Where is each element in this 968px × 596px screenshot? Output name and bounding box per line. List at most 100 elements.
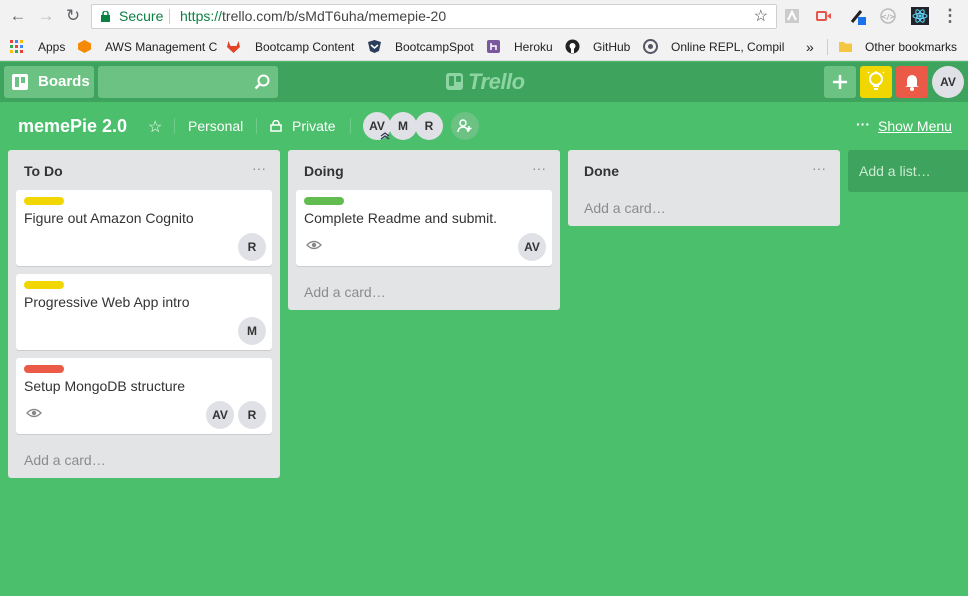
heroku-icon [487,40,500,53]
add-card-link[interactable]: Add a card… [584,200,666,216]
trello-logo-text: Trello [468,69,525,94]
list-done: Done ··· Add a card… [568,150,840,226]
trello-header: Boards Trello AV [0,62,968,102]
url-scheme: https:// [180,8,223,24]
url-path: trello.com/b/sMdT6uha/memepie-20 [222,8,447,24]
board-member-avatar[interactable]: R [415,112,443,140]
card[interactable]: Setup MongoDB structure AV R [16,358,272,434]
team-button[interactable]: Personal [188,118,243,134]
bookmark-online-repl[interactable]: Online REPL, Compil [671,38,784,56]
bell-icon [905,75,919,91]
card-member-avatar[interactable]: R [238,401,266,429]
boards-label: Boards [38,73,90,90]
bookmark-heroku[interactable]: Heroku [514,38,553,56]
bookmark-github[interactable]: GitHub [593,38,630,56]
bookmark-bootcamp-content[interactable]: Bootcamp Content [255,38,354,56]
pdf-extension-icon[interactable] [783,7,801,25]
color-picker-extension-icon[interactable] [849,7,867,25]
bookmark-star-icon[interactable]: ☆ [754,5,768,28]
bookmarks-overflow-icon[interactable]: » [806,38,814,56]
card-title: Complete Readme and submit. [304,210,497,226]
boards-icon [12,74,28,90]
card-label [24,365,64,373]
board-header-divider [256,118,257,134]
trello-logo-icon [446,73,463,90]
folder-icon [839,42,852,52]
card-member-avatar[interactable]: M [238,317,266,345]
watching-eye-icon [26,408,42,418]
board-header-divider [174,118,175,134]
tips-button[interactable] [860,66,892,98]
list-title[interactable]: Done [584,163,619,179]
card-label [24,197,64,205]
bookmark-bootcampspot[interactable]: BootcampSpot [395,38,474,56]
github-icon [565,39,580,54]
card-member-avatar[interactable]: AV [206,401,234,429]
create-button[interactable] [824,66,856,98]
card-label [24,281,64,289]
add-list-button[interactable]: Add a list… [848,150,968,192]
card-member-avatar[interactable]: AV [518,233,546,261]
add-user-icon [457,119,472,133]
lock-icon [270,120,282,132]
admin-chevron-icon [380,132,390,140]
add-list-label: Add a list… [859,163,931,179]
star-board-icon[interactable]: ☆ [148,117,162,137]
list-title[interactable]: Doing [304,163,344,179]
address-bar[interactable]: Secure https://trello.com/b/sMdT6uha/mem… [91,4,777,29]
apps-grid-icon [10,40,23,53]
list-menu-icon[interactable]: ··· [532,160,546,176]
menu-dots-icon[interactable]: ··· [856,116,870,132]
cast-extension-icon[interactable] [815,7,833,25]
add-member-button[interactable] [451,112,479,140]
card[interactable]: Figure out Amazon Cognito R [16,190,272,266]
reload-icon[interactable]: ↻ [63,6,83,26]
add-card-link[interactable]: Add a card… [304,284,386,300]
watching-eye-icon [306,240,322,250]
list-menu-icon[interactable]: ··· [812,160,826,176]
notifications-button[interactable] [896,66,928,98]
card[interactable]: Complete Readme and submit. AV [296,190,552,266]
back-icon[interactable]: ← [8,6,28,26]
search-input[interactable] [98,66,278,98]
code-extension-icon[interactable]: </> [879,7,897,25]
lightbulb-icon [867,71,885,90]
url-text: https://trello.com/b/sMdT6uha/memepie-20 [180,5,446,28]
bookmarks-divider [827,39,828,55]
add-card-link[interactable]: Add a card… [24,452,106,468]
plus-icon [833,75,847,89]
card[interactable]: Progressive Web App intro M [16,274,272,350]
repl-icon [643,39,658,54]
board-header-divider [350,118,351,134]
user-avatar[interactable]: AV [932,66,964,98]
gitlab-icon [227,41,240,53]
card-title: Progressive Web App intro [24,294,190,310]
visibility-label: Private [292,118,336,134]
forward-icon[interactable]: → [36,6,56,26]
browser-menu-icon[interactable]: ⋮ [940,6,960,26]
react-devtools-icon[interactable] [911,7,929,25]
bookmarks-bar: Apps AWS Management C Bootcamp Content B… [0,33,968,61]
bookmark-apps[interactable]: Apps [38,38,65,56]
boards-button[interactable]: Boards [4,66,94,98]
bookmark-other[interactable]: Other bookmarks [865,38,957,56]
browser-toolbar: ← → ↻ Secure https://trello.com/b/sMdT6u… [0,0,968,33]
bookmark-aws[interactable]: AWS Management C [105,38,217,56]
list-to-do: To Do ··· Figure out Amazon Cognito R Pr… [8,150,280,478]
list-menu-icon[interactable]: ··· [252,160,266,176]
search-icon[interactable] [254,74,270,90]
show-menu-link[interactable]: Show Menu [878,118,952,134]
omnibox-divider [169,9,170,24]
card-member-avatar[interactable]: R [238,233,266,261]
card-title: Setup MongoDB structure [24,378,186,394]
shield-icon [368,40,381,53]
svg-text:</>: </> [881,13,895,21]
board-member-avatar[interactable]: M [389,112,417,140]
board-title[interactable]: memePie 2.0 [18,116,127,137]
lock-icon [101,11,110,22]
aws-icon [78,40,91,53]
list-title[interactable]: To Do [24,163,63,179]
list-doing: Doing ··· Complete Readme and submit. AV… [288,150,560,310]
card-title: Figure out Amazon Cognito [24,210,194,226]
card-label [304,197,344,205]
